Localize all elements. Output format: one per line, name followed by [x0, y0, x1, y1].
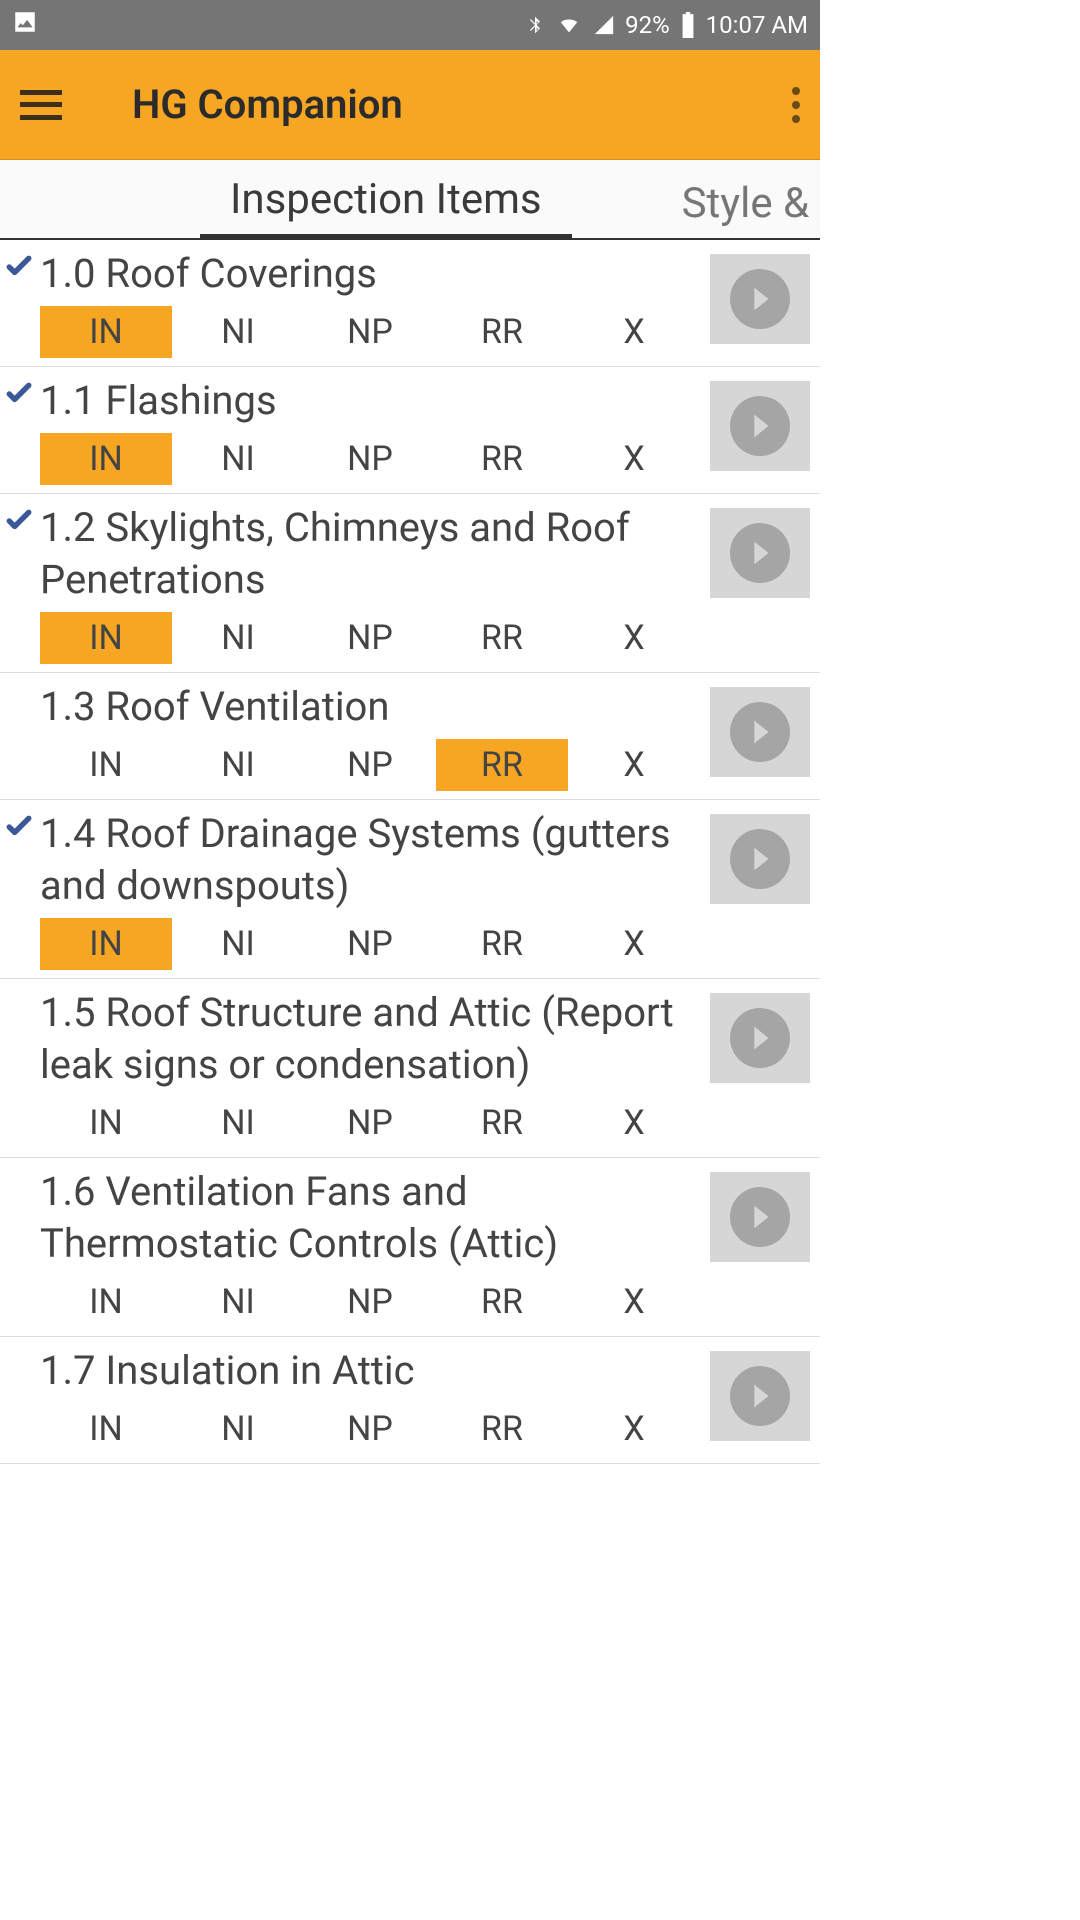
bluetooth-icon	[525, 12, 545, 38]
battery-percent: 92%	[625, 11, 670, 39]
app-bar: HG Companion	[0, 50, 820, 160]
code-ni[interactable]: NI	[172, 1097, 304, 1149]
code-ni[interactable]: NI	[172, 1276, 304, 1328]
code-np[interactable]: NP	[304, 1276, 436, 1328]
code-in[interactable]: IN	[40, 1097, 172, 1149]
list-item: 1.6 Ventilation Fans and Thermostatic Co…	[0, 1158, 820, 1337]
menu-icon[interactable]	[20, 90, 62, 120]
check-icon	[4, 987, 40, 993]
code-in[interactable]: IN	[40, 306, 172, 358]
code-np[interactable]: NP	[304, 1403, 436, 1455]
code-in[interactable]: IN	[40, 1276, 172, 1328]
code-np[interactable]: NP	[304, 433, 436, 485]
code-x[interactable]: X	[568, 433, 700, 485]
code-rr[interactable]: RR	[436, 1403, 568, 1455]
arrow-right-icon[interactable]	[710, 508, 810, 598]
item-title[interactable]: 1.1 Flashings	[40, 375, 287, 427]
tab-style[interactable]: Style &	[652, 167, 820, 238]
code-ni[interactable]: NI	[172, 918, 304, 970]
code-np[interactable]: NP	[304, 918, 436, 970]
code-x[interactable]: X	[568, 1276, 700, 1328]
list-item: 1.1 Flashings INNINPRRX	[0, 367, 820, 494]
code-ni[interactable]: NI	[172, 1403, 304, 1455]
battery-icon	[680, 12, 696, 38]
check-icon	[4, 1345, 40, 1351]
app-title: HG Companion	[132, 81, 403, 128]
item-title[interactable]: 1.5 Roof Structure and Attic (Report lea…	[40, 987, 710, 1091]
clock-text: 10:07 AM	[706, 11, 808, 39]
arrow-right-icon[interactable]	[710, 254, 810, 344]
tab-inspection-items[interactable]: Inspection Items	[200, 163, 572, 240]
code-rr[interactable]: RR	[436, 433, 568, 485]
code-x[interactable]: X	[568, 612, 700, 664]
list-item: 1.4 Roof Drainage Systems (gutters and d…	[0, 800, 820, 979]
list-item: 1.2 Skylights, Chimneys and Roof Penetra…	[0, 494, 820, 673]
code-in[interactable]: IN	[40, 1403, 172, 1455]
code-in[interactable]: IN	[40, 739, 172, 791]
check-icon	[4, 502, 40, 538]
status-bar: 92% 10:07 AM	[0, 0, 820, 50]
check-icon	[4, 808, 40, 844]
code-rr[interactable]: RR	[436, 306, 568, 358]
item-title[interactable]: 1.6 Ventilation Fans and Thermostatic Co…	[40, 1166, 710, 1270]
list-item: 1.7 Insulation in Attic INNINPRRX	[0, 1337, 820, 1464]
arrow-right-icon[interactable]	[710, 687, 810, 777]
tabs: Inspection Items Style &	[0, 160, 820, 240]
code-rr[interactable]: RR	[436, 739, 568, 791]
inspection-list: 1.0 Roof CoveringsINNINPRRX1.1 Flashings…	[0, 240, 820, 1464]
code-np[interactable]: NP	[304, 739, 436, 791]
code-ni[interactable]: NI	[172, 739, 304, 791]
list-item: 1.0 Roof Coverings INNINPRRX	[0, 240, 820, 367]
picture-icon	[12, 9, 38, 35]
arrow-right-icon[interactable]	[710, 814, 810, 904]
wifi-icon	[555, 14, 583, 36]
item-title[interactable]: 1.0 Roof Coverings	[40, 248, 387, 300]
code-in[interactable]: IN	[40, 433, 172, 485]
code-x[interactable]: X	[568, 306, 700, 358]
code-np[interactable]: NP	[304, 306, 436, 358]
list-item: 1.5 Roof Structure and Attic (Report lea…	[0, 979, 820, 1158]
code-rr[interactable]: RR	[436, 1097, 568, 1149]
arrow-right-icon[interactable]	[710, 381, 810, 471]
code-np[interactable]: NP	[304, 612, 436, 664]
overflow-menu-icon[interactable]	[792, 87, 800, 123]
code-np[interactable]: NP	[304, 1097, 436, 1149]
check-icon	[4, 248, 40, 284]
check-icon	[4, 1166, 40, 1172]
code-rr[interactable]: RR	[436, 1276, 568, 1328]
signal-icon	[593, 14, 615, 36]
arrow-right-icon[interactable]	[710, 993, 810, 1083]
code-ni[interactable]: NI	[172, 612, 304, 664]
code-rr[interactable]: RR	[436, 612, 568, 664]
check-icon	[4, 681, 40, 687]
list-item: 1.3 Roof Ventilation INNINPRRX	[0, 673, 820, 800]
arrow-right-icon[interactable]	[710, 1172, 810, 1262]
arrow-right-icon[interactable]	[710, 1351, 810, 1441]
item-title[interactable]: 1.7 Insulation in Attic	[40, 1345, 425, 1397]
item-title[interactable]: 1.2 Skylights, Chimneys and Roof Penetra…	[40, 502, 710, 606]
code-x[interactable]: X	[568, 1403, 700, 1455]
code-ni[interactable]: NI	[172, 306, 304, 358]
code-ni[interactable]: NI	[172, 433, 304, 485]
item-title[interactable]: 1.4 Roof Drainage Systems (gutters and d…	[40, 808, 710, 912]
code-x[interactable]: X	[568, 918, 700, 970]
item-title[interactable]: 1.3 Roof Ventilation	[40, 681, 399, 733]
code-rr[interactable]: RR	[436, 918, 568, 970]
code-x[interactable]: X	[568, 739, 700, 791]
code-x[interactable]: X	[568, 1097, 700, 1149]
check-icon	[4, 375, 40, 411]
code-in[interactable]: IN	[40, 918, 172, 970]
code-in[interactable]: IN	[40, 612, 172, 664]
